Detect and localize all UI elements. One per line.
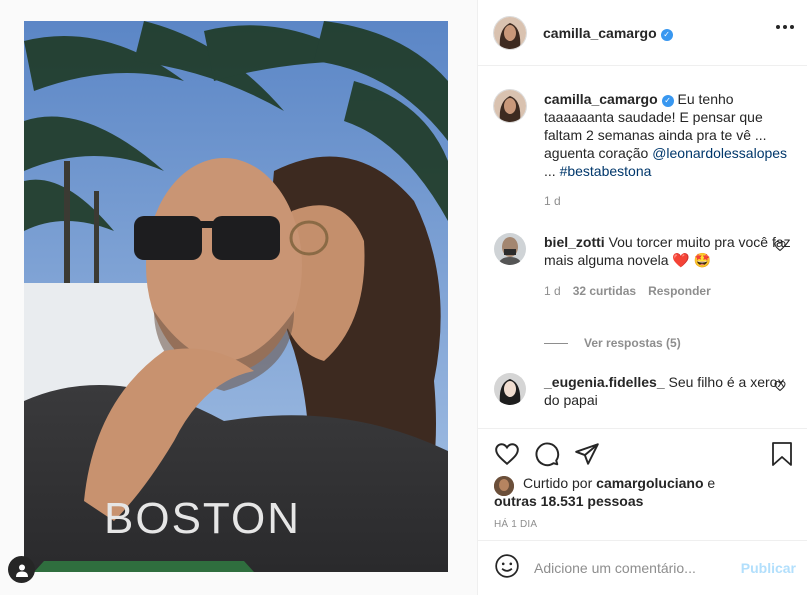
likes-text: Curtido por camargoluciano e (523, 474, 794, 492)
likes-summary: Curtido por camargoluciano e outras 18.5… (494, 474, 794, 510)
comment-time[interactable]: 1 d (544, 282, 561, 300)
avatar-image (494, 233, 526, 265)
commenter-avatar[interactable] (494, 233, 526, 265)
comment-likes[interactable]: 32 curtidas (573, 282, 636, 300)
comments-list: camilla_camargo ✓ Eu tenho taaaaaanta sau… (478, 67, 807, 427)
view-replies-button[interactable]: Ver respostas (5) (544, 336, 681, 350)
caption-avatar[interactable] (494, 90, 526, 122)
heart-outline (774, 240, 786, 252)
comment-username[interactable]: biel_zotti (544, 234, 605, 250)
verified-badge-icon: ✓ (660, 28, 673, 41)
likes-user[interactable]: camargoluciano (596, 475, 703, 491)
replies-divider (544, 342, 568, 344)
commenter-avatar[interactable] (494, 373, 526, 405)
action-icons (494, 441, 794, 469)
share-icon[interactable] (574, 441, 600, 472)
reply-button[interactable]: Responder (648, 282, 711, 300)
caption-time[interactable]: 1 d (544, 192, 561, 210)
comment-body: biel_zotti Vou torcer muito pra você faz… (544, 233, 792, 300)
post-photo[interactable]: BOSTON (24, 21, 448, 572)
avatar-image (494, 476, 514, 496)
comment-username[interactable]: _eugenia.fidelles_ (544, 374, 665, 390)
post-panel: camilla_camargo ✓ camilla_camargo ✓ Eu ten… (477, 0, 807, 595)
caption-meta: 1 d (544, 192, 792, 210)
heart-outline (774, 380, 786, 392)
heart-icon[interactable] (494, 441, 520, 472)
avatar-image (494, 373, 526, 405)
view-replies-label: Ver respostas (5) (584, 336, 681, 350)
liker-avatar[interactable] (494, 476, 514, 496)
caption-ellipsis: ... (544, 163, 556, 179)
comment-icon[interactable] (534, 441, 560, 472)
caption-mention[interactable]: @leonardolessalopes (652, 145, 787, 161)
comment-like-heart-icon[interactable] (774, 379, 786, 397)
heart-emoji: ❤️ (672, 252, 690, 268)
caption: camilla_camargo ✓ Eu tenho taaaaaanta sau… (494, 90, 794, 220)
avatar-image (494, 90, 526, 122)
user-tag-icon[interactable] (8, 556, 35, 583)
person-icon (15, 564, 28, 577)
comment-item: biel_zotti Vou torcer muito pra você faz… (494, 233, 794, 353)
photo-illustration: BOSTON (24, 21, 448, 572)
likes-prefix: Curtido por (523, 475, 593, 491)
comment-input[interactable]: Adicione um comentário... (534, 560, 696, 576)
comment-body: _eugenia.fidelles_ Seu filho é a xerox d… (544, 373, 792, 409)
more-options-icon[interactable] (776, 25, 794, 29)
author-avatar[interactable] (494, 16, 526, 49)
caption-hashtag[interactable]: #bestabestona (560, 163, 652, 179)
likes-others[interactable]: outras 18.531 pessoas (494, 492, 794, 510)
comment-item: _eugenia.fidelles_ Seu filho é a xerox d… (494, 373, 794, 423)
publish-button[interactable]: Publicar (741, 560, 796, 576)
emoji-icon[interactable] (494, 553, 520, 584)
media-area: BOSTON (0, 0, 477, 595)
comment-like-heart-icon[interactable] (774, 239, 786, 257)
avatar-image (494, 16, 526, 49)
caption-username[interactable]: camilla_camargo (544, 91, 658, 107)
star-struck-emoji: 🤩 (693, 252, 712, 268)
bookmark-icon[interactable] (770, 441, 794, 472)
post-actions: Curtido por camargoluciano e outras 18.5… (478, 428, 807, 538)
caption-body: camilla_camargo ✓ Eu tenho taaaaaanta sau… (544, 90, 792, 210)
comment-meta: 1 d 32 curtidas Responder (544, 282, 792, 300)
svg-text:BOSTON: BOSTON (104, 494, 301, 543)
verified-badge-icon: ✓ (661, 95, 674, 107)
author-username[interactable]: camilla_camargo ✓ (543, 25, 673, 41)
likes-connector: e (707, 475, 716, 491)
post-timestamp[interactable]: HÁ 1 DIA (494, 519, 537, 530)
post-header: camilla_camargo ✓ (478, 0, 807, 66)
add-comment-bar: Adicione um comentário... Publicar (478, 540, 807, 595)
